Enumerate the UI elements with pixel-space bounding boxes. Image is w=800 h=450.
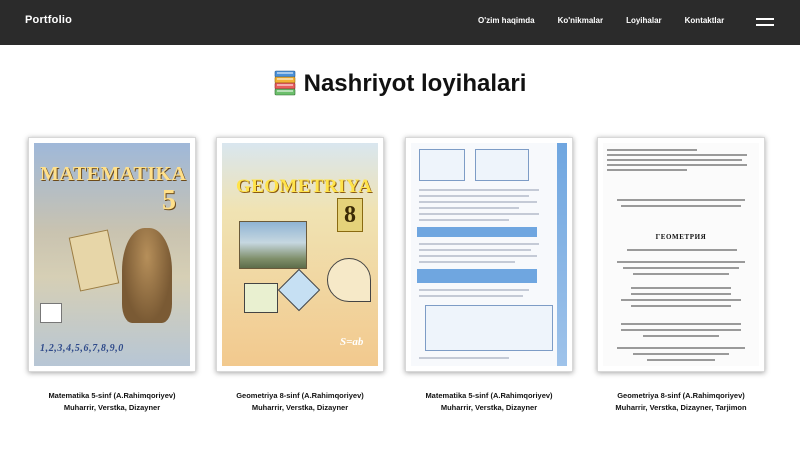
nav-link-contacts[interactable]: Kontaktlar [685,16,725,25]
cover-title: MATEMATIKA [40,163,187,185]
project-cover-image[interactable]: MATEMATIKA 5 1,2,3,4,5,6,7,8,9,0 [28,137,196,372]
title-page-text-line [631,305,731,307]
project-caption: Matematika 5-sinf (A.Rahimqoriyev) Muhar… [8,390,216,414]
nav-links: O'zim haqimda Ko'nikmalar Loyihalar Kont… [478,16,747,25]
section-title: Nashriyot loyihalari [0,70,800,98]
cover-rhombus-illustration [277,268,321,312]
project-roles: Muharrir, Verstka, Dizayner [440,403,538,412]
title-page-text-line [631,293,731,295]
cover-formula: S=ab [340,336,364,348]
page-text-line [419,189,539,191]
title-page-text-line [607,154,747,156]
project-roles: Muharrir, Verstka, Dizayner [251,403,349,412]
cover-title: GEOMETRIYA [236,176,373,197]
project-title: Matematika 5-sinf (A.Rahimqoriyev) [425,391,553,400]
page-highlight-bar [417,227,537,237]
hamburger-menu-icon[interactable] [756,18,774,26]
hamburger-line [756,18,774,20]
title-page-text-line [643,335,719,337]
hamburger-line [756,24,774,26]
book-cover-matematika-5: MATEMATIKA 5 1,2,3,4,5,6,7,8,9,0 [34,143,190,366]
project-cover-image[interactable]: GEOMETRIYA 8 S=ab [216,137,384,372]
title-page-text-line [621,299,741,301]
cover-digits: 1,2,3,4,5,6,7,8,9,0 [40,343,124,354]
cover-square-illustration [244,283,278,313]
page-text-line [419,195,529,197]
page-text-line [419,261,515,263]
title-page-text-line [607,169,687,171]
book-cover-geometriya-8: GEOMETRIYA 8 S=ab [222,143,378,366]
title-page-text-line [633,273,729,275]
title-page-text-line [607,159,742,161]
page-text-line [419,295,523,297]
page-text-line [419,249,531,251]
page-text-line [419,213,539,215]
title-page-text-line [607,149,697,151]
page-highlight-bar [417,269,537,283]
project-title: Geometriya 8-sinf (A.Rahimqoriyev) [236,391,364,400]
project-caption: Geometriya 8-sinf (A.Rahimqoriyev) Muhar… [196,390,404,414]
page-text-line [419,357,509,359]
page-compass-illustration [425,305,553,351]
title-page-text-line [647,359,715,361]
nav-link-skills[interactable]: Ko'nikmalar [558,16,603,25]
top-navbar: Portfolio O'zim haqimda Ko'nikmalar Loyi… [0,0,800,45]
title-page-text-line [617,199,745,201]
title-page-heading: ГЕОМЕТРИЯ [655,233,707,241]
title-page-text-line [621,323,741,325]
cover-statue-illustration [122,228,172,323]
page-figure [419,149,465,181]
title-page-text-line [631,287,731,289]
project-cover-image[interactable]: ГЕОМЕТРИЯ [597,137,765,372]
books-icon [274,70,295,96]
cover-grade-number: 8 [337,198,363,232]
page-side-strip [557,143,567,366]
nav-link-projects[interactable]: Loyihalar [626,16,662,25]
cover-scroll-illustration [68,229,120,292]
book-title-page: ГЕОМЕТРИЯ [603,143,759,366]
cover-grade-number: 5 [162,185,176,216]
project-title: Matematika 5-sinf (A.Rahimqoriyev) [48,391,176,400]
section-title-text: Nashriyot loyihalari [303,70,527,97]
title-page-text-line [621,205,741,207]
cover-frame-illustration [40,303,62,323]
nav-link-about[interactable]: O'zim haqimda [478,16,535,25]
book-page-preview [411,143,567,366]
page-text-line [419,201,537,203]
page-text-line [419,255,537,257]
project-caption: Matematika 5-sinf (A.Rahimqoriyev) Muhar… [385,390,593,414]
page-text-line [419,207,519,209]
project-cover-image[interactable] [405,137,573,372]
page-figure [475,149,529,181]
project-roles: Muharrir, Verstka, Dizayner, Tarjimon [615,403,747,412]
project-caption: Geometriya 8-sinf (A.Rahimqoriyev) Muhar… [577,390,785,414]
title-page-text-line [617,261,745,263]
title-page-text-line [623,267,739,269]
project-title: Geometriya 8-sinf (A.Rahimqoriyev) [617,391,745,400]
page-text-line [419,219,509,221]
brand-logo[interactable]: Portfolio [25,14,72,26]
title-page-text-line [617,347,745,349]
cover-building-photo [239,221,307,269]
project-roles: Muharrir, Verstka, Dizayner [63,403,161,412]
page-text-line [419,289,529,291]
page-text-line [419,243,539,245]
title-page-text-line [633,353,729,355]
title-page-text-line [627,249,737,251]
title-page-text-line [621,329,741,331]
title-page-text-line [607,164,747,166]
cover-protractor-illustration [327,258,371,302]
